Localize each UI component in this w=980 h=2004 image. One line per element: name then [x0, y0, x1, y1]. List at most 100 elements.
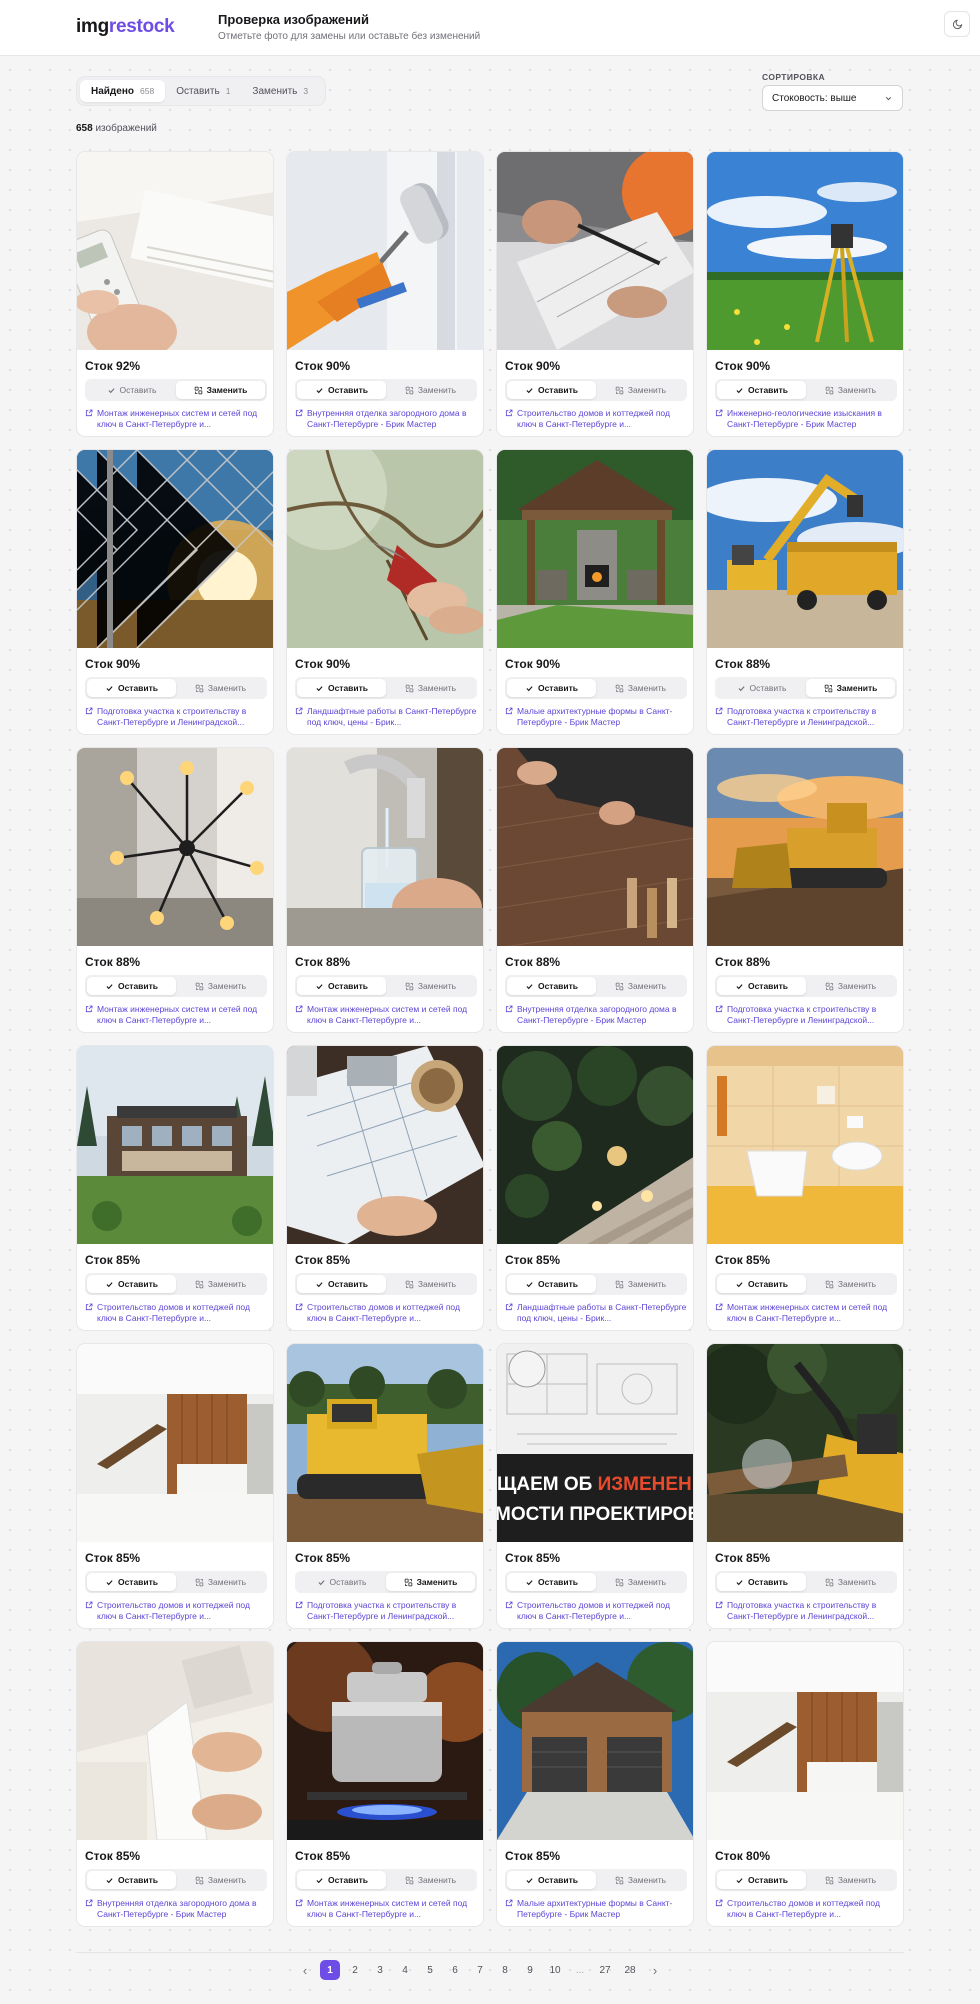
replace-button[interactable]: Заменить — [176, 1275, 265, 1293]
source-page-link[interactable]: Инженерно-геологические изыскания в Санк… — [715, 408, 897, 430]
page-button[interactable]: 1 — [320, 1960, 340, 1980]
keep-button[interactable]: Оставить — [507, 1871, 596, 1889]
replace-button[interactable]: Заменить — [806, 381, 895, 399]
image-thumbnail[interactable]: ЩАЕМ ОБ ИЗМЕНЕНИ МОСТИ ПРОЕКТИРОВ — [497, 1344, 693, 1542]
image-thumbnail[interactable] — [77, 1046, 273, 1244]
keep-button[interactable]: Оставить — [717, 679, 806, 697]
keep-button[interactable]: Оставить — [87, 679, 176, 697]
image-thumbnail[interactable] — [707, 450, 903, 648]
replace-button[interactable]: Заменить — [596, 381, 685, 399]
keep-button[interactable]: Оставить — [297, 1275, 386, 1293]
source-page-link[interactable]: Строительство домов и коттеджей под ключ… — [715, 1898, 897, 1920]
source-page-link[interactable]: Монтаж инженерных систем и сетей под клю… — [85, 1004, 267, 1026]
page-button[interactable]: 6 — [445, 1960, 465, 1980]
replace-button[interactable]: Заменить — [386, 381, 475, 399]
image-thumbnail[interactable] — [77, 1344, 273, 1542]
keep-button[interactable]: Оставить — [717, 1275, 806, 1293]
page-button[interactable]: 8 — [495, 1960, 515, 1980]
keep-button[interactable]: Оставить — [87, 977, 176, 995]
replace-button[interactable]: Заменить — [176, 1871, 265, 1889]
source-page-link[interactable]: Подготовка участка к строительству в Сан… — [715, 706, 897, 728]
page-button[interactable]: 27 — [595, 1960, 615, 1980]
page-button[interactable]: 28 — [620, 1960, 640, 1980]
replace-button[interactable]: Заменить — [386, 977, 475, 995]
replace-button[interactable]: Заменить — [386, 1275, 475, 1293]
image-thumbnail[interactable] — [287, 1046, 483, 1244]
image-thumbnail[interactable] — [287, 748, 483, 946]
page-button[interactable]: 4 — [395, 1960, 415, 1980]
image-thumbnail[interactable] — [77, 748, 273, 946]
tab-found[interactable]: Найдено 658 — [80, 80, 166, 102]
source-page-link[interactable]: Монтаж инженерных систем и сетей под клю… — [295, 1004, 477, 1026]
image-thumbnail[interactable] — [707, 748, 903, 946]
image-thumbnail[interactable] — [287, 152, 483, 350]
image-thumbnail[interactable] — [497, 1642, 693, 1840]
replace-button[interactable]: Заменить — [176, 977, 265, 995]
replace-button[interactable]: Заменить — [806, 1275, 895, 1293]
replace-button[interactable]: Заменить — [386, 1871, 475, 1889]
keep-button[interactable]: Оставить — [87, 1275, 176, 1293]
image-thumbnail[interactable] — [287, 1344, 483, 1542]
replace-button[interactable]: Заменить — [806, 679, 895, 697]
source-page-link[interactable]: Малые архитектурные формы в Санкт-Петерб… — [505, 1898, 687, 1920]
source-page-link[interactable]: Монтаж инженерных систем и сетей под клю… — [85, 408, 267, 430]
keep-button[interactable]: Оставить — [87, 1573, 176, 1591]
keep-button[interactable]: Оставить — [297, 1871, 386, 1889]
image-thumbnail[interactable] — [707, 1046, 903, 1244]
tab-keep[interactable]: Оставить 1 — [165, 80, 241, 102]
keep-button[interactable]: Оставить — [717, 381, 806, 399]
source-page-link[interactable]: Монтаж инженерных систем и сетей под клю… — [715, 1302, 897, 1324]
sort-select[interactable]: Стоковость: выше — [762, 85, 903, 111]
image-thumbnail[interactable] — [497, 152, 693, 350]
source-page-link[interactable]: Подготовка участка к строительству в Сан… — [295, 1600, 477, 1622]
source-page-link[interactable]: Строительство домов и коттеджей под ключ… — [505, 1600, 687, 1622]
image-thumbnail[interactable] — [77, 1642, 273, 1840]
page-button[interactable]: 5 — [420, 1960, 440, 1980]
replace-button[interactable]: Заменить — [596, 679, 685, 697]
replace-button[interactable]: Заменить — [596, 1573, 685, 1591]
image-thumbnail[interactable] — [707, 1642, 903, 1840]
replace-button[interactable]: Заменить — [176, 1573, 265, 1591]
replace-button[interactable]: Заменить — [806, 977, 895, 995]
keep-button[interactable]: Оставить — [507, 977, 596, 995]
keep-button[interactable]: Оставить — [87, 1871, 176, 1889]
keep-button[interactable]: Оставить — [507, 381, 596, 399]
replace-button[interactable]: Заменить — [596, 977, 685, 995]
logo[interactable]: imgrestock — [76, 16, 175, 38]
keep-button[interactable]: Оставить — [297, 1573, 386, 1591]
replace-button[interactable]: Заменить — [386, 679, 475, 697]
source-page-link[interactable]: Монтаж инженерных систем и сетей под клю… — [295, 1898, 477, 1920]
replace-button[interactable]: Заменить — [386, 1573, 475, 1591]
source-page-link[interactable]: Подготовка участка к строительству в Сан… — [715, 1004, 897, 1026]
source-page-link[interactable]: Внутренняя отделка загородного дома в Са… — [295, 408, 477, 430]
source-page-link[interactable]: Ландшафтные работы в Санкт-Петербурге по… — [505, 1302, 687, 1324]
replace-button[interactable]: Заменить — [596, 1871, 685, 1889]
replace-button[interactable]: Заменить — [176, 381, 265, 399]
keep-button[interactable]: Оставить — [297, 977, 386, 995]
keep-button[interactable]: Оставить — [87, 381, 176, 399]
image-thumbnail[interactable] — [707, 1344, 903, 1542]
page-button[interactable]: 7 — [470, 1960, 490, 1980]
image-thumbnail[interactable] — [707, 152, 903, 350]
image-thumbnail[interactable] — [287, 450, 483, 648]
tab-replace[interactable]: Заменить 3 — [241, 80, 319, 102]
source-page-link[interactable]: Строительство домов и коттеджей под ключ… — [505, 408, 687, 430]
image-thumbnail[interactable] — [287, 1642, 483, 1840]
next-page-button[interactable]: › — [645, 1960, 665, 1980]
image-thumbnail[interactable] — [497, 1046, 693, 1244]
source-page-link[interactable]: Строительство домов и коттеджей под ключ… — [85, 1302, 267, 1324]
image-thumbnail[interactable] — [77, 450, 273, 648]
replace-button[interactable]: Заменить — [596, 1275, 685, 1293]
source-page-link[interactable]: Ландшафтные работы в Санкт-Петербурге по… — [295, 706, 477, 728]
source-page-link[interactable]: Строительство домов и коттеджей под ключ… — [85, 1600, 267, 1622]
page-button[interactable]: 9 — [520, 1960, 540, 1980]
source-page-link[interactable]: Внутренняя отделка загородного дома в Са… — [505, 1004, 687, 1026]
keep-button[interactable]: Оставить — [717, 1871, 806, 1889]
keep-button[interactable]: Оставить — [507, 679, 596, 697]
image-thumbnail[interactable] — [497, 450, 693, 648]
source-page-link[interactable]: Подготовка участка к строительству в Сан… — [85, 706, 267, 728]
keep-button[interactable]: Оставить — [297, 679, 386, 697]
keep-button[interactable]: Оставить — [297, 381, 386, 399]
replace-button[interactable]: Заменить — [806, 1871, 895, 1889]
image-thumbnail[interactable] — [77, 152, 273, 350]
